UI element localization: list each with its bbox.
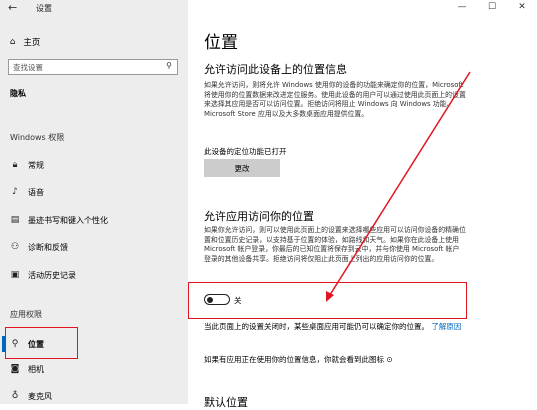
search-icon[interactable]: ⚲ (166, 61, 172, 70)
window-title: 设置 (36, 4, 52, 13)
highlight-box-toggle (188, 282, 467, 319)
sidebar-item-label: 活动历史记录 (28, 270, 76, 280)
location-in-use-icon: ⊙ (386, 355, 393, 364)
camera-icon: ◙ (10, 364, 20, 374)
learn-why-link[interactable]: 了解原因 (431, 322, 461, 331)
sidebar-item-general[interactable]: 🔒︎ 常规 (10, 158, 44, 172)
sidebar-item-activity-history[interactable]: ▣ 活动历史记录 (10, 268, 76, 282)
sidebar-item-label: 墨迹书写和键入个性化 (28, 215, 108, 225)
sidebar-item-label: 常规 (28, 160, 44, 170)
highlight-box-location (5, 327, 78, 359)
sidebar-home[interactable]: ⌂ 主页 (10, 36, 40, 48)
sidebar-item-microphone[interactable]: ♁ 麦克风 (10, 389, 52, 403)
sidebar-item-label: 相机 (28, 364, 44, 374)
windows-permissions-heading: Windows 权限 (10, 133, 65, 142)
microphone-icon: ♁ (11, 391, 19, 401)
home-icon: ⌂ (10, 37, 16, 47)
sidebar-item-camera[interactable]: ◙ 相机 (10, 362, 44, 376)
device-location-status: 此设备的定位功能已打开 (204, 147, 287, 156)
sidebar-item-inking[interactable]: ▤ 墨迹书写和键入个性化 (10, 213, 108, 227)
history-icon: ▣ (10, 270, 20, 280)
sidebar-item-label: 诊断和反馈 (28, 242, 68, 252)
sidebar-home-label: 主页 (23, 38, 41, 48)
device-location-description: 如果允许访问，则将允许 Windows 使用你的设备的功能来确定你的位置，Mic… (204, 81, 466, 118)
default-location-heading: 默认位置 (204, 396, 248, 409)
feedback-icon: ⚇ (10, 242, 20, 252)
privacy-heading: 隐私 (10, 89, 26, 98)
voice-icon: ♪ (12, 187, 18, 197)
location-in-use-text: 如果有应用正在使用你的位置信息，你就会看到此图标 (204, 355, 384, 364)
sidebar-item-diagnostics[interactable]: ⚇ 诊断和反馈 (10, 240, 68, 254)
sidebar-item-speech[interactable]: ♪ 语音 (10, 185, 44, 199)
desktop-apps-note: 当此页面上的设置关闭时，某些桌面应用可能仍可以确定你的位置。 了解原因 (204, 321, 474, 332)
search-input[interactable]: 查找设置 ⚲ (8, 59, 178, 75)
main-content: 位置 允许访问此设备上的位置信息 如果允许访问，则将允许 Windows 使用你… (188, 0, 537, 409)
sidebar-item-label: 语音 (28, 187, 44, 197)
ink-icon: ▤ (10, 215, 20, 225)
device-location-heading: 允许访问此设备上的位置信息 (204, 63, 347, 76)
change-button[interactable]: 更改 (204, 159, 280, 177)
back-arrow-icon[interactable]: ← (8, 1, 17, 14)
app-location-description: 如果你允许访问，则可以使用此页面上的设置来选择哪些应用可以访问你设备的精确位置和… (204, 226, 466, 263)
page-title: 位置 (204, 33, 238, 53)
location-in-use-note: 如果有应用正在使用你的位置信息，你就会看到此图标 ⊙ (204, 354, 393, 365)
lock-icon: 🔒︎ (12, 160, 18, 170)
desktop-apps-note-text: 当此页面上的设置关闭时，某些桌面应用可能仍可以确定你的位置。 (204, 322, 429, 331)
search-placeholder: 查找设置 (13, 63, 43, 72)
app-location-heading: 允许应用访问你的位置 (204, 210, 314, 223)
app-permissions-heading: 应用权限 (10, 310, 42, 319)
sidebar-item-label: 麦克风 (28, 391, 52, 401)
